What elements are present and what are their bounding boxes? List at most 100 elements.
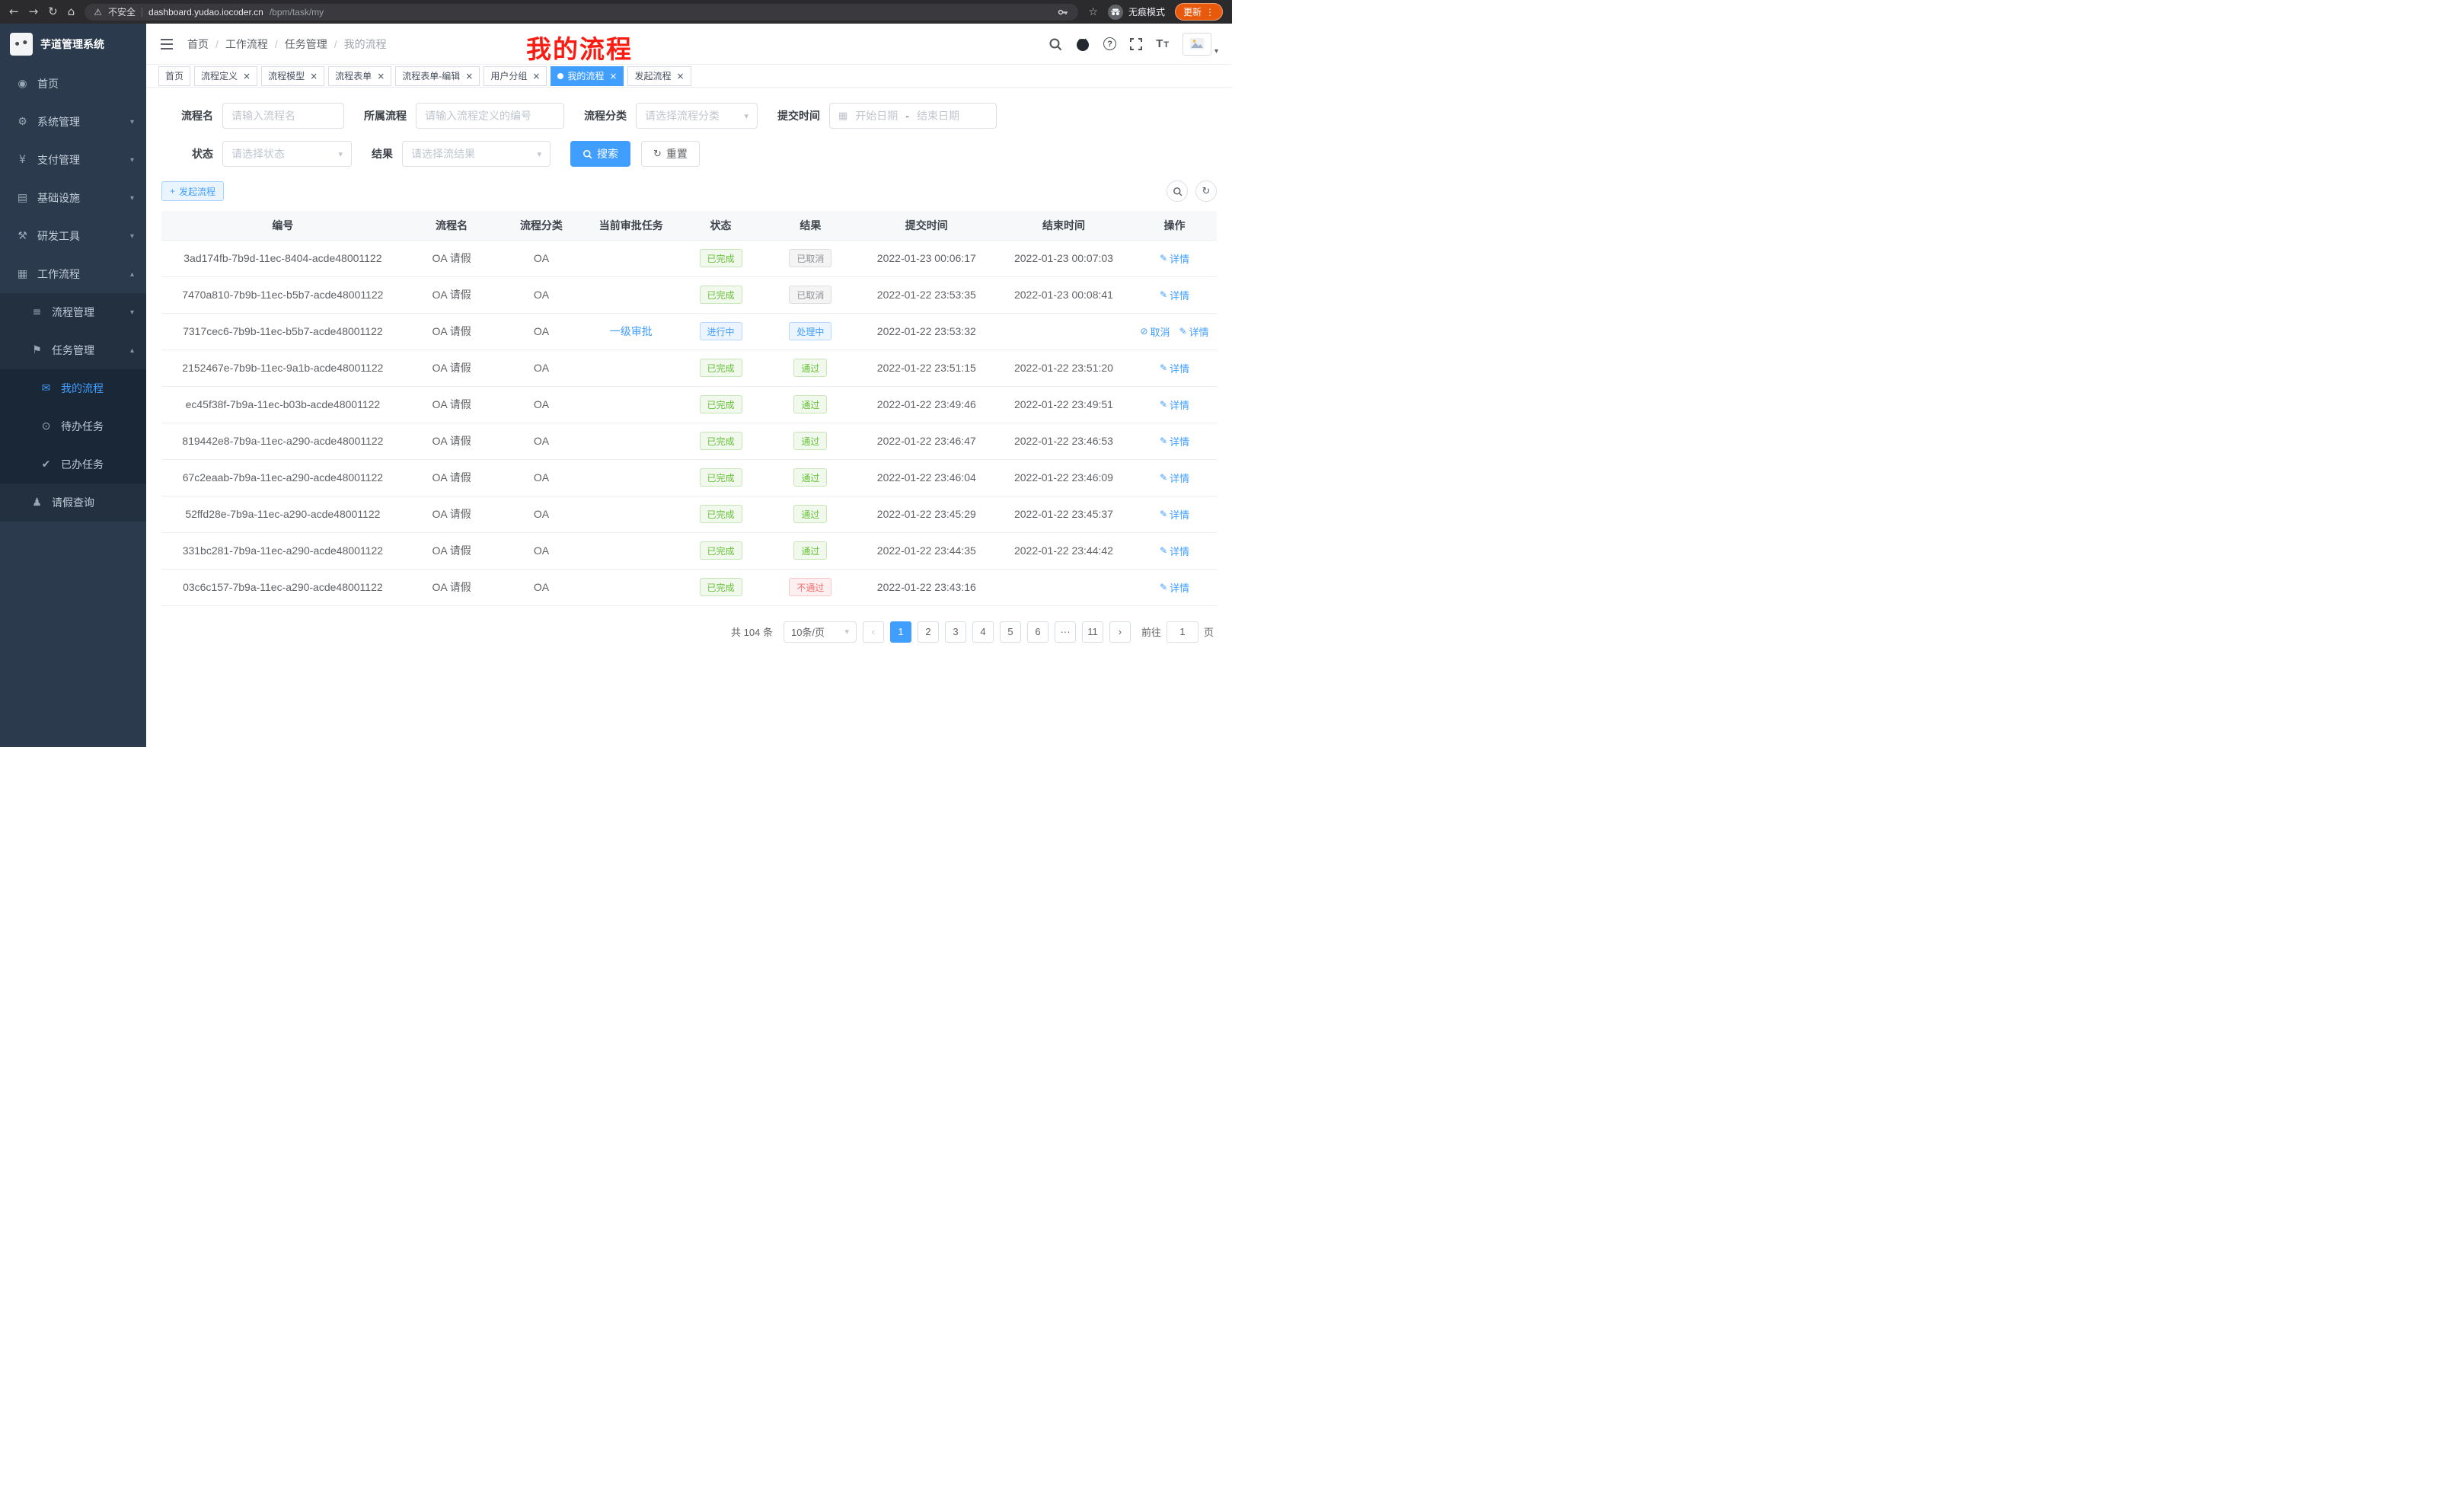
address-bar[interactable]: ⚠ 不安全 dashboard.yudao.iocoder.cn/bpm/tas… [85, 4, 1078, 21]
close-icon[interactable]: × [676, 71, 684, 81]
tab-3[interactable]: 流程表单× [328, 66, 391, 86]
github-icon[interactable] [1075, 37, 1090, 52]
page-size-select[interactable]: 10条/页 ▾ [784, 621, 857, 643]
detail-link[interactable]: ✎详情 [1160, 580, 1189, 595]
sidebar-item-6[interactable]: ≡流程管理▾ [0, 293, 146, 331]
font-size-icon[interactable]: TT [1156, 37, 1170, 50]
category-cell: OA [500, 386, 584, 423]
page-button-2[interactable]: 2 [918, 621, 939, 643]
toggle-search-button[interactable] [1167, 180, 1188, 202]
search-icon [1173, 187, 1183, 196]
detail-link[interactable]: ✎详情 [1160, 507, 1189, 522]
close-icon[interactable]: × [532, 71, 540, 81]
cancel-link[interactable]: ⊘取消 [1140, 324, 1170, 339]
sidebar-item-9[interactable]: ⊙待办任务 [0, 407, 146, 445]
back-icon[interactable]: ← [9, 6, 19, 18]
page-button-1[interactable]: 1 [890, 621, 911, 643]
parent-process-input[interactable] [416, 103, 564, 129]
create-process-label: 发起流程 [179, 185, 215, 198]
sidebar-item-2[interactable]: ¥支付管理▾ [0, 141, 146, 179]
detail-link[interactable]: ✎详情 [1160, 397, 1189, 412]
tab-7[interactable]: 发起流程× [627, 66, 691, 86]
detail-link[interactable]: ✎详情 [1160, 288, 1189, 302]
user-avatar[interactable]: ▾ [1183, 33, 1218, 56]
search-button[interactable]: 搜索 [570, 141, 630, 167]
process-id-cell: 52ffd28e-7b9a-11ec-a290-acde48001122 [161, 496, 404, 532]
home-icon[interactable]: ⌂ [68, 6, 75, 18]
app-logo[interactable]: 芋道管理系统 [0, 24, 146, 65]
process-name-cell: OA 请假 [404, 276, 500, 313]
page-button-11[interactable]: 11 [1082, 621, 1103, 643]
security-label[interactable]: 不安全 [108, 5, 136, 18]
sidebar-item-8[interactable]: ✉我的流程 [0, 369, 146, 407]
breadcrumb-separator: / [334, 38, 337, 50]
forward-icon[interactable]: → [29, 6, 39, 18]
page-button-4[interactable]: 4 [972, 621, 994, 643]
current-task-cell [583, 386, 678, 423]
goto-page-input[interactable] [1167, 621, 1198, 643]
reload-icon[interactable]: ↻ [48, 6, 58, 18]
fullscreen-icon[interactable] [1129, 37, 1143, 51]
current-task-cell [583, 532, 678, 569]
detail-link[interactable]: ✎详情 [1160, 251, 1189, 266]
create-process-button[interactable]: + 发起流程 [161, 181, 224, 201]
reset-button[interactable]: ↻ 重置 [641, 141, 700, 167]
submit-time-range-picker[interactable]: ▦ 开始日期 - 结束日期 [829, 103, 997, 129]
close-icon[interactable]: × [243, 71, 251, 81]
current-task-link[interactable]: 一级审批 [610, 325, 653, 337]
help-icon[interactable]: ? [1103, 37, 1116, 50]
update-button[interactable]: 更新 ⋮ [1175, 3, 1223, 21]
category-select[interactable]: 请选择流程分类 ▾ [636, 103, 758, 129]
sidebar-item-1[interactable]: ⚙系统管理▾ [0, 103, 146, 141]
page-button-3[interactable]: 3 [945, 621, 966, 643]
chevron-up-icon: ▴ [130, 270, 134, 279]
page-button-6[interactable]: 6 [1027, 621, 1048, 643]
next-page-button[interactable]: › [1109, 621, 1131, 643]
submit-time-cell: 2022-01-23 00:06:17 [858, 240, 995, 276]
search-icon[interactable] [1048, 37, 1062, 51]
sidebar-item-0[interactable]: ◉首页 [0, 65, 146, 103]
sidebar-toggle-icon[interactable] [160, 38, 174, 50]
tab-6[interactable]: 我的流程× [551, 66, 624, 86]
refresh-table-button[interactable]: ↻ [1195, 180, 1217, 202]
page-ellipsis[interactable]: ··· [1055, 621, 1076, 643]
chevron-down-icon: ▾ [130, 308, 134, 317]
sidebar-item-7[interactable]: ⚑任务管理▴ [0, 331, 146, 369]
close-icon[interactable]: × [465, 71, 473, 81]
prev-page-button[interactable]: ‹ [863, 621, 884, 643]
submit-time-cell: 2022-01-22 23:46:47 [858, 423, 995, 459]
tab-1[interactable]: 流程定义× [194, 66, 257, 86]
tab-0[interactable]: 首页 [158, 66, 190, 86]
bookmark-star-icon[interactable]: ☆ [1088, 6, 1098, 18]
sidebar-item-11[interactable]: ♟请假查询 [0, 484, 146, 522]
current-task-cell: 一级审批 [583, 313, 678, 350]
process-name-input[interactable] [222, 103, 344, 129]
status-label: 状态 [161, 146, 222, 161]
detail-link[interactable]: ✎详情 [1160, 434, 1189, 449]
breadcrumb-item[interactable]: 首页 [187, 37, 209, 52]
breadcrumb-item[interactable]: 工作流程 [225, 37, 268, 52]
detail-link[interactable]: ✎详情 [1179, 324, 1209, 339]
goto-label: 前往 [1141, 624, 1161, 639]
key-icon[interactable] [1057, 6, 1069, 18]
sidebar-item-5[interactable]: ▦工作流程▴ [0, 255, 146, 293]
status-cell: 已完成 [678, 496, 763, 532]
sidebar-item-3[interactable]: ▤基础设施▾ [0, 179, 146, 217]
page-button-5[interactable]: 5 [1000, 621, 1021, 643]
close-icon[interactable]: × [609, 71, 617, 81]
tab-4[interactable]: 流程表单-编辑× [395, 66, 480, 86]
detail-link[interactable]: ✎详情 [1160, 471, 1189, 485]
breadcrumb-item[interactable]: 任务管理 [285, 37, 327, 52]
sidebar-item-4[interactable]: ⚒研发工具▾ [0, 217, 146, 255]
close-icon[interactable]: × [377, 71, 385, 81]
tab-5[interactable]: 用户分组× [484, 66, 547, 86]
tab-2[interactable]: 流程模型× [261, 66, 324, 86]
status-select[interactable]: 请选择状态 ▾ [222, 141, 352, 167]
page-content: 流程名 所属流程 流程分类 请选择流程分类 ▾ [146, 88, 1232, 747]
close-icon[interactable]: × [310, 71, 318, 81]
sidebar-item-10[interactable]: ✔已办任务 [0, 445, 146, 484]
detail-link[interactable]: ✎详情 [1160, 361, 1189, 375]
chevron-down-icon: ▾ [844, 627, 849, 637]
result-select[interactable]: 请选择流结果 ▾ [402, 141, 551, 167]
detail-link[interactable]: ✎详情 [1160, 544, 1189, 558]
